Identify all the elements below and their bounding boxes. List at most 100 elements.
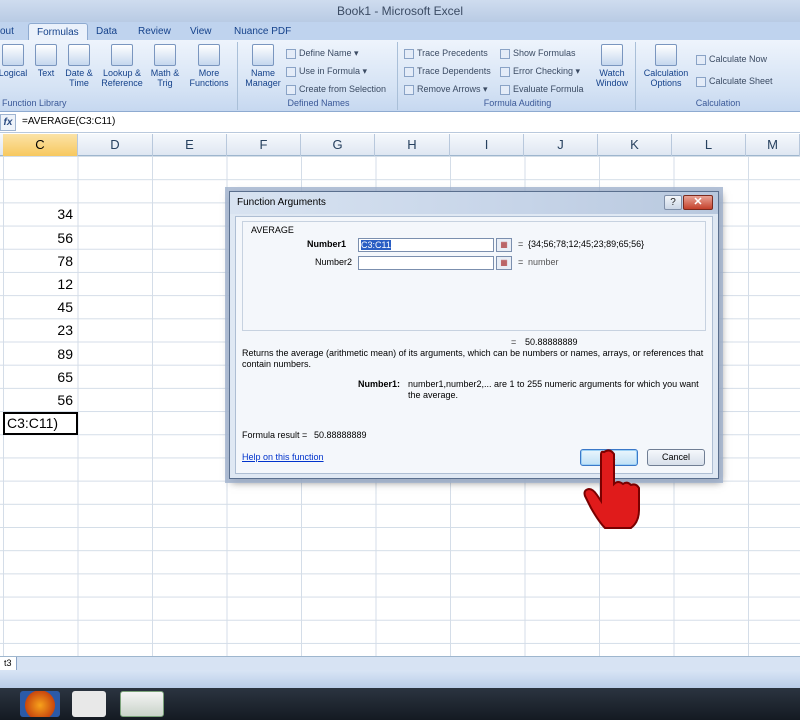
column-headers: C D E F G H I J K L M	[0, 134, 800, 156]
error-checking-button[interactable]: Error Checking ▾	[500, 64, 580, 78]
formula-input[interactable]: =AVERAGE(C3:C11)	[22, 116, 115, 127]
cell-c8[interactable]: 23	[3, 319, 77, 342]
evaluate-formula-button[interactable]: Evaluate Formula	[500, 82, 584, 96]
name-manager-button[interactable]: Name Manager	[242, 44, 284, 88]
math-trig-icon	[154, 44, 176, 66]
collapse-dialog-icon[interactable]: ▦	[496, 256, 512, 270]
column-header[interactable]: C	[3, 134, 78, 156]
use-in-formula-button[interactable]: Use in Formula ▾	[286, 64, 367, 78]
function-description: Returns the average (arithmetic mean) of…	[242, 348, 704, 369]
trace-dependents-icon	[404, 66, 414, 77]
math-trig-button[interactable]: Math & Trig	[148, 44, 182, 88]
column-header[interactable]: F	[227, 134, 301, 156]
tab-data[interactable]: Data	[88, 23, 125, 40]
formula-auditing-group: Trace Precedents Trace Dependents Remove…	[400, 42, 636, 110]
arg-help-label: Number1:	[358, 379, 401, 389]
collapse-dialog-icon[interactable]: ▦	[496, 238, 512, 252]
function-name: AVERAGE	[251, 225, 294, 235]
date-time-button[interactable]: Date & Time	[62, 44, 96, 88]
create-from-selection-button[interactable]: Create from Selection	[286, 82, 386, 96]
trace-precedents-button[interactable]: Trace Precedents	[404, 46, 488, 60]
column-header[interactable]: I	[450, 134, 524, 156]
cancel-button[interactable]: Cancel	[647, 449, 705, 466]
help-icon[interactable]: ?	[664, 195, 682, 210]
calculation-options-icon	[655, 44, 677, 66]
dialog-body: AVERAGE Number1 C3:C11 ▦ = {34;56;78;12;…	[235, 216, 713, 474]
dialog-title: Function Arguments	[230, 192, 718, 214]
evaluate-formula-icon	[500, 84, 510, 95]
formula-result-value: 50.88888889	[314, 430, 367, 440]
create-from-selection-icon	[286, 84, 296, 95]
active-cell-editor[interactable]: C3:C11)	[3, 412, 78, 435]
arg2-label: Number2	[315, 257, 353, 267]
ribbon-tabs: out Formulas Data Review View Nuance PDF	[0, 22, 800, 40]
ribbon: Logical Text Date & Time Lookup & Refere…	[0, 40, 800, 112]
tab-view[interactable]: View	[182, 23, 220, 40]
arg2-input[interactable]	[358, 256, 494, 270]
formula-result-label: Formula result =	[242, 430, 308, 440]
show-formulas-button[interactable]: Show Formulas	[500, 46, 576, 60]
cell-c6[interactable]: 12	[3, 273, 77, 296]
column-header[interactable]: K	[598, 134, 672, 156]
watch-window-button[interactable]: Watch Window	[592, 44, 632, 88]
taskbar	[0, 688, 800, 720]
column-header[interactable]: G	[301, 134, 375, 156]
column-header[interactable]: J	[524, 134, 598, 156]
text-icon	[35, 44, 57, 66]
sheet-tab[interactable]: t3	[0, 657, 17, 670]
remove-arrows-icon	[404, 84, 414, 95]
excel-taskbar-icon[interactable]	[120, 691, 164, 717]
define-name-button[interactable]: Define Name ▾	[286, 46, 359, 60]
cell-c3[interactable]: 34	[3, 203, 77, 226]
formula-bar: fx =AVERAGE(C3:C11)	[0, 113, 800, 133]
tab-nuance-pdf[interactable]: Nuance PDF	[226, 23, 299, 40]
remove-arrows-button[interactable]: Remove Arrows ▾	[404, 82, 488, 96]
hand-pointer-icon	[583, 449, 640, 529]
result-equals: =	[511, 337, 517, 347]
arg1-equals: =	[518, 239, 524, 249]
close-icon[interactable]: ✕	[683, 195, 713, 210]
arg1-label: Number1	[307, 239, 347, 249]
calculate-now-button[interactable]: Calculate Now	[696, 52, 767, 66]
cell-c5[interactable]: 78	[3, 250, 77, 273]
calculate-sheet-button[interactable]: Calculate Sheet	[696, 74, 773, 88]
calculation-options-button[interactable]: Calculation Options	[640, 44, 692, 88]
arg2-equals: =	[518, 257, 524, 267]
cell-c4[interactable]: 56	[3, 227, 77, 250]
lookup-reference-icon	[111, 44, 133, 66]
cell-c9[interactable]: 89	[3, 343, 77, 366]
lookup-reference-button[interactable]: Lookup & Reference	[98, 44, 146, 88]
define-name-icon	[286, 48, 296, 59]
window-title: Book1 - Microsoft Excel	[336, 4, 464, 18]
use-in-formula-icon	[286, 66, 296, 77]
sheet-tab-bar: t3	[0, 656, 800, 670]
group-label: Defined Names	[287, 98, 350, 108]
arguments-group: AVERAGE Number1 C3:C11 ▦ = {34;56;78;12;…	[242, 221, 706, 331]
name-manager-icon	[252, 44, 274, 66]
more-functions-button[interactable]: More Functions	[184, 44, 234, 88]
arg1-value: C3:C11	[361, 240, 391, 250]
column-header[interactable]: H	[375, 134, 450, 156]
show-formulas-icon	[500, 48, 510, 59]
cell-c10[interactable]: 65	[3, 366, 77, 389]
tab-formulas[interactable]: Formulas	[28, 23, 88, 40]
logical-button[interactable]: Logical	[0, 44, 30, 78]
media-icon[interactable]	[72, 691, 106, 717]
text-button[interactable]: Text	[32, 44, 60, 78]
arg2-result: number	[528, 257, 559, 267]
insert-function-icon[interactable]: fx	[0, 114, 16, 131]
firefox-icon[interactable]	[20, 691, 60, 717]
cell-c11[interactable]: 56	[3, 389, 77, 412]
cell-c7[interactable]: 45	[3, 296, 77, 319]
trace-precedents-icon	[404, 48, 414, 59]
trace-dependents-button[interactable]: Trace Dependents	[404, 64, 491, 78]
column-header[interactable]: D	[78, 134, 153, 156]
tab-layout[interactable]: out	[0, 23, 22, 40]
arg1-input[interactable]: C3:C11	[358, 238, 494, 252]
column-header[interactable]: M	[746, 134, 800, 156]
column-header[interactable]: L	[672, 134, 746, 156]
column-header[interactable]: E	[153, 134, 227, 156]
help-on-function-link[interactable]: Help on this function	[242, 452, 324, 462]
tab-review[interactable]: Review	[130, 23, 179, 40]
group-label: Function Library	[2, 98, 67, 108]
